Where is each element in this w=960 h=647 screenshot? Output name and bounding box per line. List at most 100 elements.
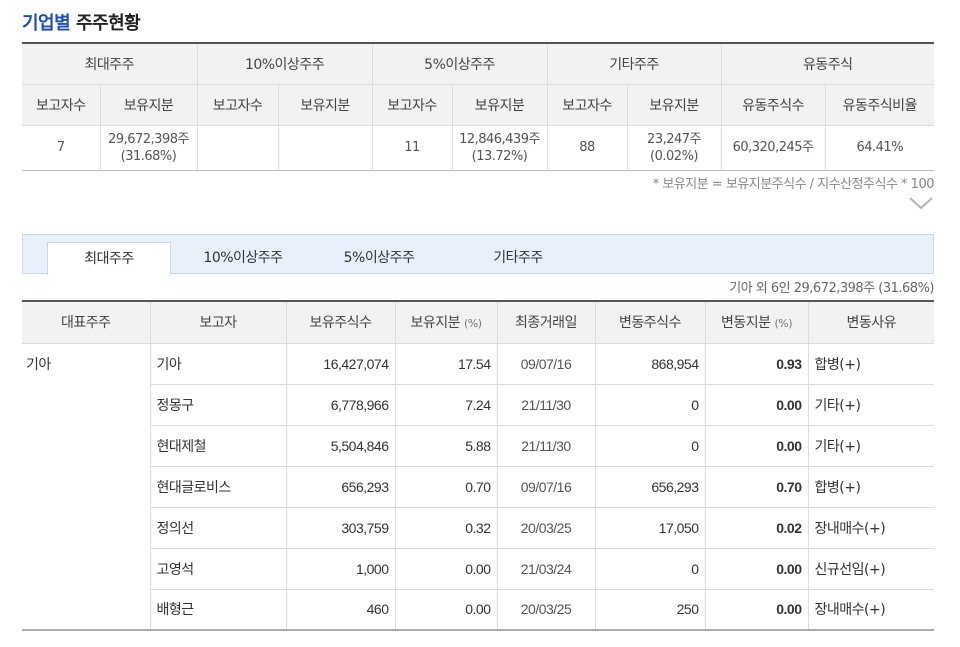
unit-label: (%)	[463, 317, 482, 331]
table-row: 현대제철 5,504,846 5.88 21/11/30 0 0.00 기타(+)	[22, 425, 934, 467]
representative-shareholder	[22, 507, 150, 548]
page-title: 기업별 주주현황	[22, 9, 141, 35]
summary-table: 최대주주 10%이상주주 5%이상주주 기타주주 유동주식 보고자수 보유지분 …	[22, 42, 935, 171]
summary-sub-header: 보유지분	[277, 84, 373, 126]
tab-other-shareholder[interactable]: 기타주주	[463, 242, 573, 275]
summary-value-cell: 29,672,398주 (31.68%)	[99, 125, 197, 171]
tab-5pct-shareholder[interactable]: 5%이상주주	[323, 242, 435, 275]
summary-value-cell: 23,247주 (0.02%)	[626, 125, 722, 171]
summary-value-cell: 7	[22, 125, 100, 171]
tab-10pct-shareholder[interactable]: 10%이상주주	[183, 242, 303, 275]
representative-shareholder	[22, 384, 150, 425]
last-trade-date: 21/11/30	[496, 425, 595, 467]
holding-ratio: 0.00	[394, 548, 497, 590]
detail-header: 변동지분 (%)	[704, 301, 808, 344]
change-reason: 장내매수(+)	[807, 507, 934, 549]
holding-ratio: 17.54	[394, 343, 497, 385]
last-trade-date: 21/03/24	[496, 548, 595, 590]
summary-value-main: 23,247주	[647, 131, 701, 147]
shares-held: 460	[285, 589, 395, 630]
reporter-name: 배형근	[149, 589, 286, 630]
unit-label: (%)	[774, 317, 793, 331]
shares-held: 656,293	[285, 466, 395, 508]
summary-sub-header: 유동주식비율	[824, 84, 935, 126]
changed-shares: 656,293	[594, 466, 705, 508]
summary-sub-header: 보고자수	[371, 84, 453, 126]
chevron-down-icon[interactable]	[908, 195, 934, 211]
holding-ratio: 0.00	[394, 589, 497, 630]
changed-ratio: 0.93	[704, 343, 808, 385]
summary-value-main: 7	[56, 140, 65, 155]
changed-shares: 0	[594, 384, 705, 426]
change-reason: 기타(+)	[807, 384, 934, 426]
representative-shareholder	[22, 548, 150, 589]
representative-shareholder	[22, 589, 150, 630]
summary-value-percent: (31.68%)	[120, 148, 177, 164]
shareholder-tabs: 최대주주 10%이상주주 5%이상주주 기타주주	[22, 234, 934, 275]
table-row: 정몽구 6,778,966 7.24 21/11/30 0 0.00 기타(+)	[22, 384, 934, 426]
page-title-rest: 주주현황	[70, 13, 141, 34]
last-trade-date: 20/03/25	[496, 507, 595, 549]
summary-group-header: 기타주주	[546, 43, 722, 85]
change-reason: 합병(+)	[807, 466, 934, 508]
table-row: 현대글로비스 656,293 0.70 09/07/16 656,293 0.70 합병(+…	[22, 466, 934, 508]
summary-value-cell: 88	[546, 125, 628, 171]
summary-sub-header: 보유지분	[99, 84, 197, 126]
changed-ratio: 0.00	[704, 589, 808, 630]
changed-shares: 0	[594, 548, 705, 590]
holding-ratio: 0.70	[394, 466, 497, 508]
changed-shares: 250	[594, 589, 705, 630]
summary-values-row: 7 29,672,398주 (31.68%) 11 12,846,439주 (13.72%…	[22, 125, 935, 171]
summary-sub-header: 보고자수	[22, 84, 100, 126]
summary-value-cell: 11	[371, 125, 453, 171]
shares-held: 303,759	[285, 507, 395, 549]
last-trade-date: 20/03/25	[496, 589, 595, 630]
summary-sub-header: 보유지분	[451, 84, 548, 126]
reporter-name: 고영석	[149, 548, 286, 590]
detail-header: 변동사유	[807, 301, 934, 344]
detail-header: 최종거래일	[496, 301, 595, 344]
shares-held: 6,778,966	[285, 384, 395, 426]
summary-value-main: 12,846,439주	[459, 131, 540, 147]
tab-largest-shareholder[interactable]: 최대주주	[47, 242, 171, 275]
summary-value-percent: (0.02%)	[650, 148, 698, 164]
summary-value-main: 64.41%	[856, 140, 904, 155]
holding-ratio: 5.88	[394, 425, 497, 467]
summary-value-main: 60,320,245주	[732, 140, 814, 155]
changed-ratio: 0.00	[704, 425, 808, 467]
changed-shares: 17,050	[594, 507, 705, 549]
shareholder-detail-table: 대표주주 보고자 보유주식수 보유지분 (%) 최종거래일 변동주식수 변동지분…	[22, 300, 934, 631]
table-row: 배형근 460 0.00 20/03/25 250 0.00 장내매수(+)	[22, 589, 934, 630]
summary-value-percent: (13.72%)	[471, 148, 528, 164]
reporter-name: 정몽구	[149, 384, 286, 426]
summary-value-cell	[277, 125, 373, 171]
page-title-accent: 기업별	[22, 13, 71, 34]
summary-sub-header: 보고자수	[546, 84, 628, 126]
holding-total: 기아 외 6인 29,672,398주 (31.68%)	[729, 281, 934, 296]
summary-group-header: 유동주식	[720, 43, 935, 85]
shares-held: 1,000	[285, 548, 395, 590]
table-row: 고영석 1,000 0.00 21/03/24 0 0.00 신규선임(+)	[22, 548, 934, 590]
summary-sub-header: 보유지분	[626, 84, 722, 126]
last-trade-date: 09/07/16	[496, 466, 595, 508]
change-reason: 장내매수(+)	[807, 589, 934, 630]
detail-header: 대표주주	[22, 301, 150, 344]
detail-header: 보유주식수	[285, 301, 395, 344]
reporter-name: 기아	[149, 343, 286, 385]
detail-header: 보고자	[149, 301, 286, 344]
change-reason: 기타(+)	[807, 425, 934, 467]
reporter-name: 정의선	[149, 507, 286, 549]
summary-group-header: 5%이상주주	[371, 43, 548, 85]
reporter-name: 현대제철	[149, 425, 286, 467]
changed-ratio: 0.00	[704, 384, 808, 426]
changed-ratio: 0.70	[704, 466, 808, 508]
change-reason: 합병(+)	[807, 343, 934, 385]
summary-value-main: 11	[404, 140, 420, 155]
last-trade-date: 21/11/30	[496, 384, 595, 426]
changed-shares: 0	[594, 425, 705, 467]
representative-shareholder: 기아	[26, 356, 51, 373]
summary-group-header: 10%이상주주	[196, 43, 373, 85]
changed-shares: 868,954	[594, 343, 705, 385]
reporter-name: 현대글로비스	[149, 466, 286, 508]
summary-value-cell: 64.41%	[824, 125, 935, 171]
